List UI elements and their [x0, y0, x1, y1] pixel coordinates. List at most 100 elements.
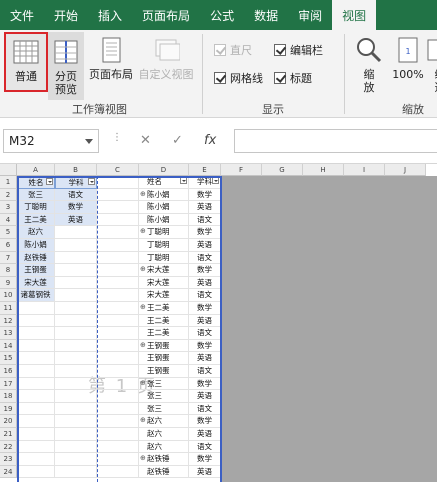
row-header[interactable]: 18	[0, 390, 17, 403]
column-header[interactable]: E	[189, 164, 221, 176]
filter-dropdown-icon[interactable]	[46, 178, 53, 185]
tab-3[interactable]: 页面布局	[132, 0, 200, 30]
subject-cell-2[interactable]: 语文	[189, 440, 221, 454]
name-cell[interactable]: 赵六	[17, 226, 55, 239]
subject-cell[interactable]: 英语	[55, 213, 97, 227]
empty-cell[interactable]	[97, 239, 139, 252]
subject-cell-2[interactable]: 英语	[189, 314, 221, 328]
subject-cell-2[interactable]: 语文	[189, 327, 221, 340]
header-cell-name-2[interactable]: 姓名	[139, 176, 189, 189]
tab-1[interactable]: 开始	[44, 0, 88, 30]
empty-cell[interactable]	[97, 314, 139, 328]
gridlines-checkbox[interactable]: 网格线	[214, 70, 263, 86]
column-header[interactable]: C	[97, 164, 139, 176]
empty-cell[interactable]	[17, 390, 55, 403]
empty-cell[interactable]	[17, 402, 55, 416]
name-cell[interactable]: 王二美	[17, 213, 55, 227]
name-cell-2[interactable]: 赵六	[139, 428, 189, 441]
row-header[interactable]: 14	[0, 339, 17, 353]
empty-cell[interactable]	[97, 377, 139, 391]
name-cell[interactable]: 陈小娟	[17, 239, 55, 252]
empty-cell[interactable]	[17, 440, 55, 454]
subject-cell-2[interactable]: 语文	[189, 213, 221, 227]
column-header[interactable]: J	[385, 164, 426, 176]
select-all-corner[interactable]	[0, 164, 17, 176]
empty-cell[interactable]	[97, 302, 139, 315]
header-cell-subject-2[interactable]: 学科	[189, 176, 221, 189]
name-cell-2[interactable]: 张三	[139, 377, 189, 391]
row-header[interactable]: 10	[0, 289, 17, 302]
column-header[interactable]: A	[17, 164, 55, 176]
empty-cell[interactable]	[97, 251, 139, 265]
empty-cell[interactable]	[55, 339, 97, 353]
name-cell-2[interactable]: 丁聪明	[139, 239, 189, 252]
subject-cell-2[interactable]: 数学	[189, 415, 221, 428]
row-header[interactable]: 11	[0, 302, 17, 315]
empty-cell[interactable]	[17, 352, 55, 365]
name-cell-2[interactable]: 张三	[139, 402, 189, 416]
row-header[interactable]: 20	[0, 415, 17, 428]
ruler-checkbox[interactable]: 直尺	[214, 42, 252, 58]
empty-cell[interactable]	[97, 176, 139, 189]
custom-views-button[interactable]: 自定义视图	[136, 36, 196, 92]
empty-cell[interactable]	[17, 428, 55, 441]
subject-cell-2[interactable]: 语文	[189, 251, 221, 265]
row-header[interactable]: 1	[0, 176, 17, 189]
empty-cell[interactable]	[97, 365, 139, 378]
row-header[interactable]: 2	[0, 188, 17, 202]
name-cell-2[interactable]: 王二美	[139, 327, 189, 340]
name-cell-2[interactable]: 王钢蛋	[139, 352, 189, 365]
page-layout-button[interactable]: 页面布局	[86, 36, 136, 92]
tab-2[interactable]: 插入	[88, 0, 132, 30]
empty-cell[interactable]	[17, 314, 55, 328]
row-header[interactable]: 23	[0, 453, 17, 466]
row-header[interactable]: 22	[0, 440, 17, 454]
empty-cell[interactable]	[55, 276, 97, 290]
name-cell-2[interactable]: 赵六	[139, 415, 189, 428]
name-cell-2[interactable]: 王钢蛋	[139, 365, 189, 378]
name-cell[interactable]: 王钢蛋	[17, 264, 55, 277]
empty-cell[interactable]	[55, 314, 97, 328]
empty-cell[interactable]	[55, 415, 97, 428]
subject-cell-2[interactable]: 数学	[189, 188, 221, 202]
name-cell-2[interactable]: 陈小娟	[139, 201, 189, 214]
header-cell-name[interactable]: 姓名	[17, 176, 55, 189]
formula-input[interactable]	[234, 129, 437, 153]
empty-cell[interactable]	[97, 402, 139, 416]
empty-cell[interactable]	[97, 440, 139, 454]
page-break-line[interactable]	[97, 176, 98, 482]
empty-cell[interactable]	[55, 289, 97, 302]
row-header[interactable]: 7	[0, 251, 17, 265]
subject-cell-2[interactable]: 数学	[189, 264, 221, 277]
subject-cell-2[interactable]: 英语	[189, 428, 221, 441]
empty-cell[interactable]	[97, 213, 139, 227]
subject-cell-2[interactable]: 英语	[189, 276, 221, 290]
formula-bar-checkbox[interactable]: 编辑栏	[274, 42, 323, 58]
empty-cell[interactable]	[55, 428, 97, 441]
empty-cell[interactable]	[17, 365, 55, 378]
empty-cell[interactable]	[55, 251, 97, 265]
subject-cell-2[interactable]: 语文	[189, 402, 221, 416]
empty-cell[interactable]	[55, 377, 97, 391]
column-header[interactable]: D	[139, 164, 189, 176]
header-cell-subject[interactable]: 学科	[55, 176, 97, 189]
column-header[interactable]: F	[221, 164, 262, 176]
chevron-down-icon[interactable]	[85, 139, 93, 144]
empty-cell[interactable]	[55, 390, 97, 403]
name-cell-2[interactable]: 赵铁锤	[139, 453, 189, 466]
headings-checkbox[interactable]: 标题	[274, 70, 312, 86]
subject-cell-2[interactable]: 英语	[189, 390, 221, 403]
more-options-icon[interactable]: ⋮	[112, 132, 122, 143]
normal-view-button[interactable]: 普通	[4, 32, 48, 92]
subject-cell-2[interactable]: 英语	[189, 465, 221, 479]
empty-cell[interactable]	[97, 453, 139, 466]
row-header[interactable]: 15	[0, 352, 17, 365]
empty-cell[interactable]	[97, 226, 139, 239]
name-cell-2[interactable]: 陈小娟	[139, 188, 189, 202]
empty-cell[interactable]	[17, 377, 55, 391]
empty-cell[interactable]	[97, 264, 139, 277]
empty-cell[interactable]	[97, 352, 139, 365]
empty-cell[interactable]	[97, 201, 139, 214]
empty-cell[interactable]	[97, 428, 139, 441]
empty-cell[interactable]	[97, 289, 139, 302]
